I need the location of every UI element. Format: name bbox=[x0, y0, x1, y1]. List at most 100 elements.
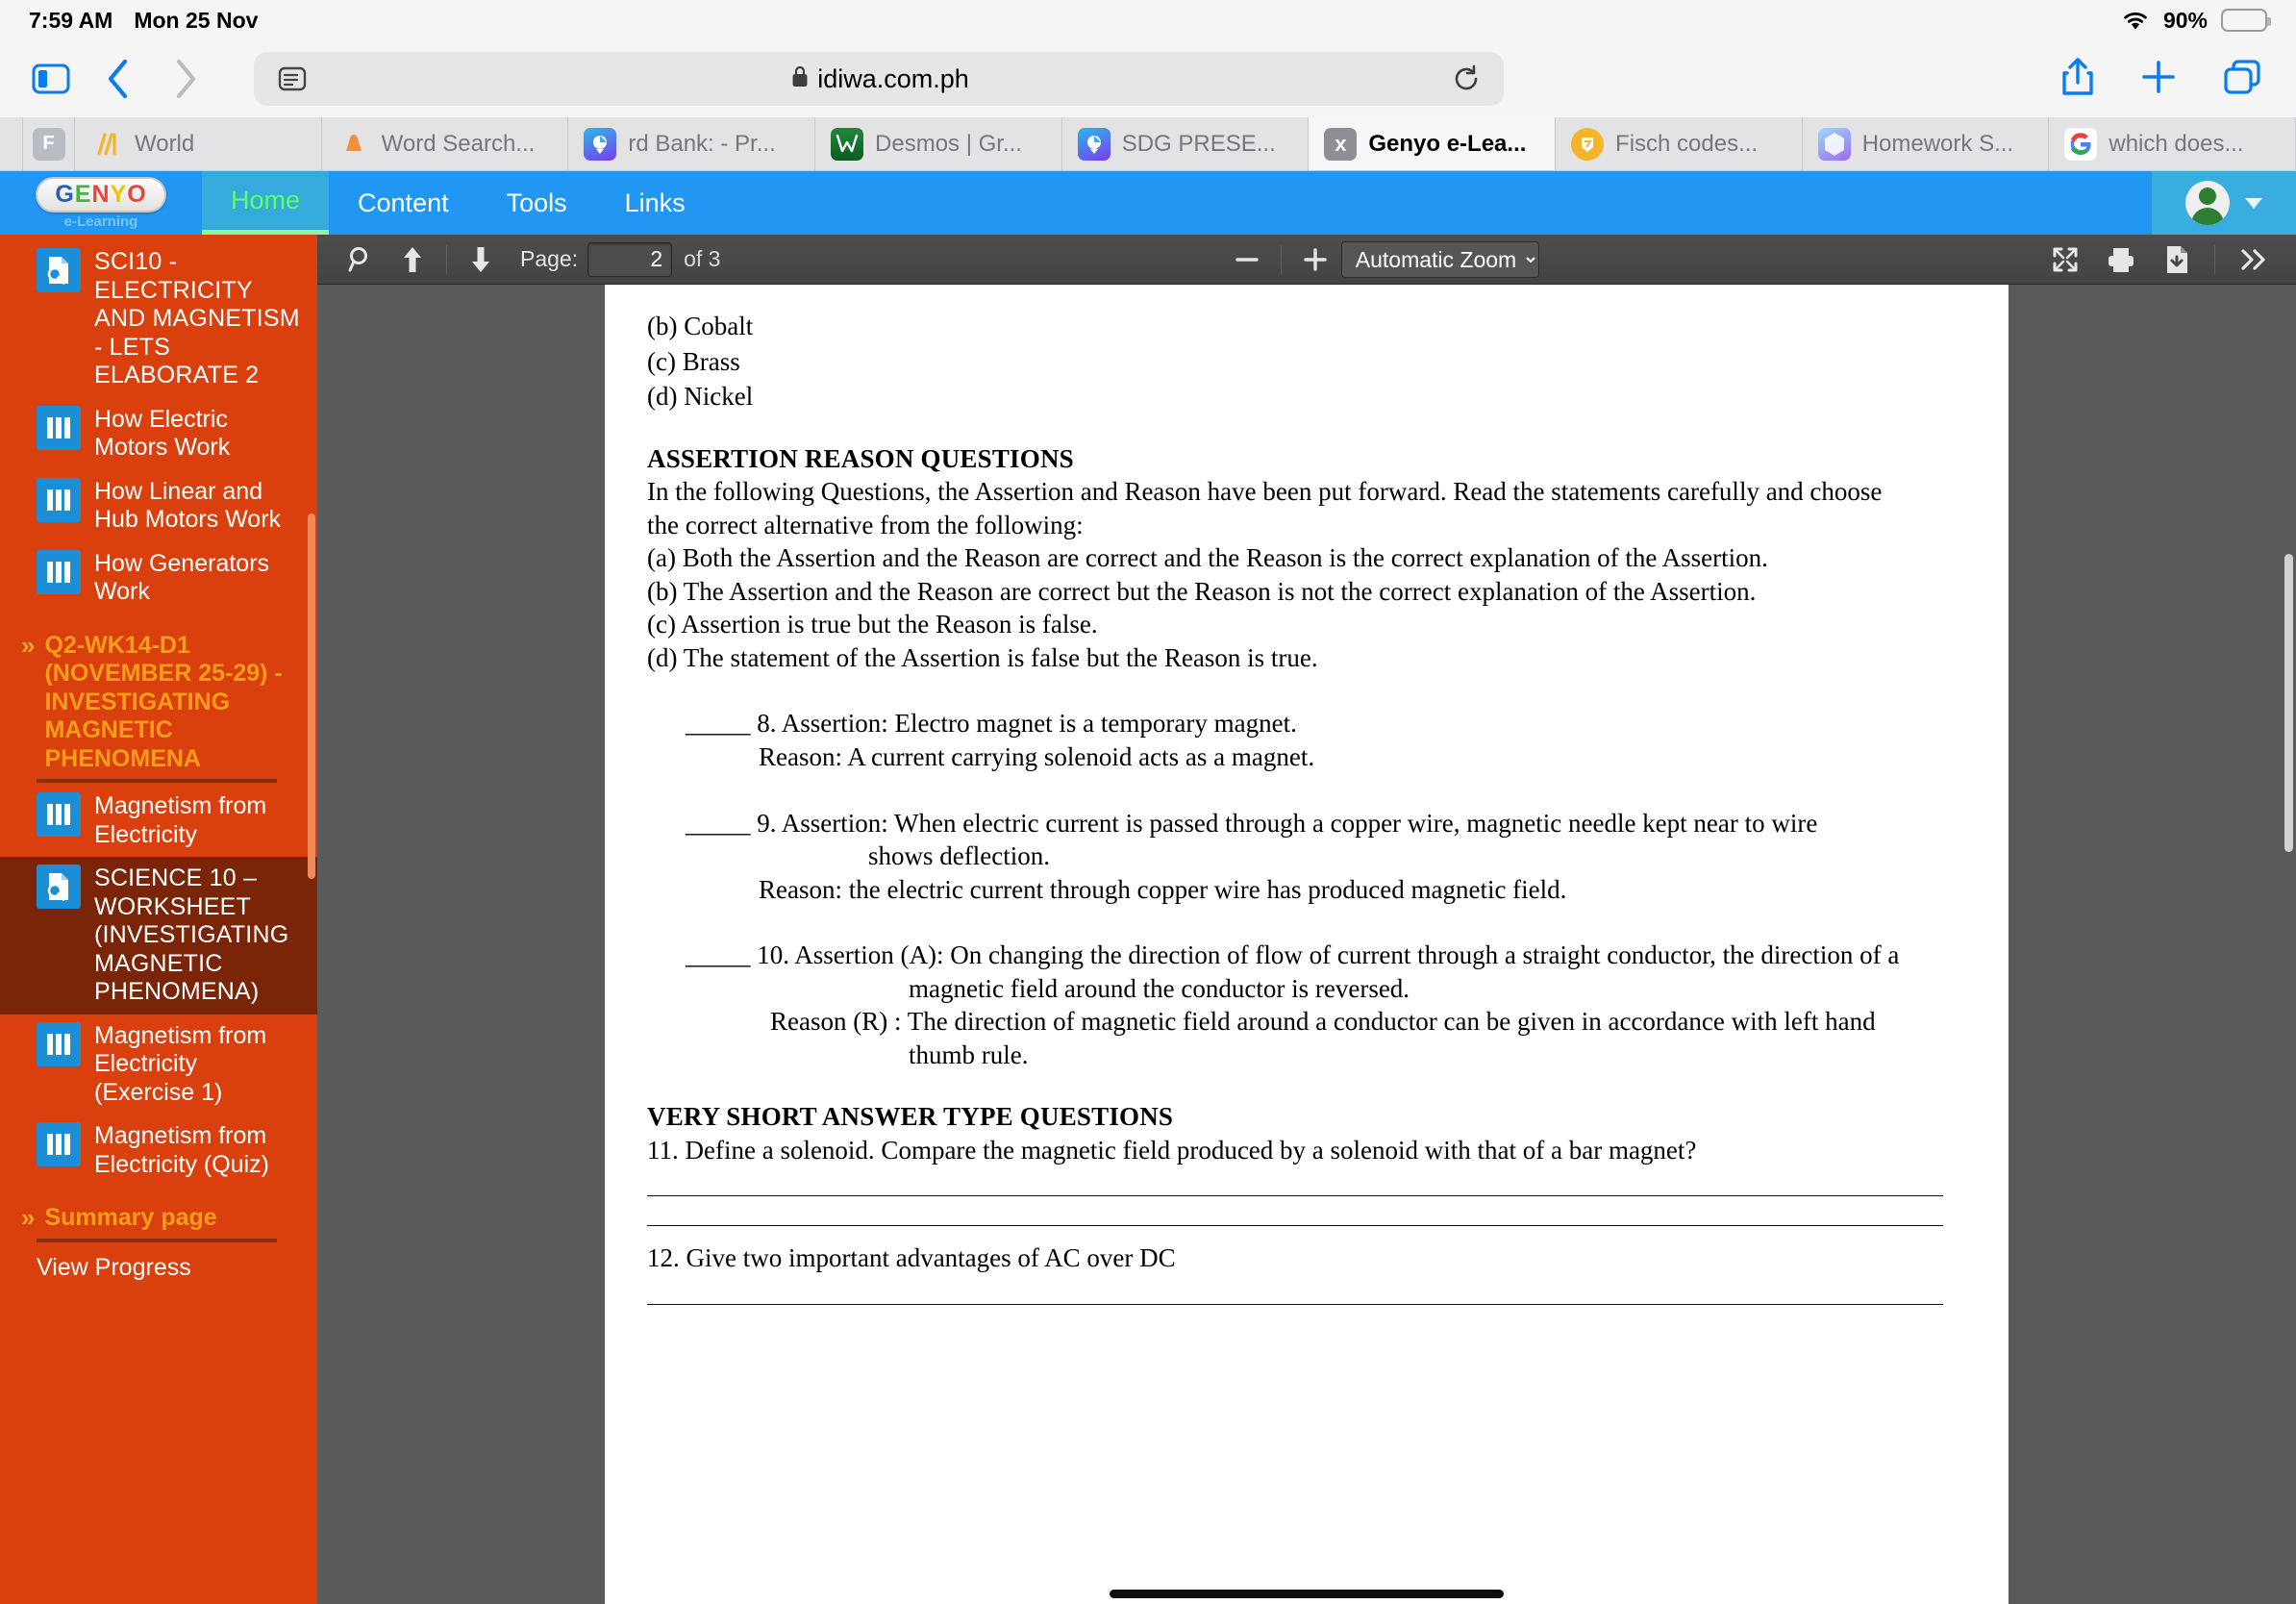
sidebar-section-label: Summary page bbox=[44, 1204, 217, 1231]
zoom-out-button[interactable] bbox=[1221, 238, 1273, 281]
back-button[interactable] bbox=[88, 49, 148, 109]
double-chevron-right-icon: » bbox=[21, 630, 36, 660]
question-10: _____ 10. Assertion (A): On changing the… bbox=[647, 939, 1966, 1071]
favicon-gem-icon bbox=[1817, 127, 1851, 161]
toolbar-separator bbox=[2214, 244, 2216, 274]
sidebar-item-how-generators-work[interactable]: How Generators Work bbox=[0, 542, 317, 614]
very-short-answer-heading: VERY SHORT ANSWER TYPE QUESTIONS bbox=[647, 1102, 1174, 1132]
page-number-input[interactable] bbox=[587, 241, 673, 277]
pdf-vertical-scrollbar[interactable] bbox=[2284, 554, 2293, 852]
reader-view-icon[interactable] bbox=[277, 64, 308, 93]
worksheet-icon bbox=[37, 248, 81, 292]
sidebar-item-how-linear-hub-motors-work[interactable]: How Linear and Hub Motors Work bbox=[0, 470, 317, 542]
sidebar-toggle-icon[interactable] bbox=[21, 49, 81, 109]
forward-button[interactable] bbox=[156, 49, 215, 109]
answer-blank[interactable]: _____ bbox=[686, 809, 751, 838]
sidebar-item-how-electric-motors-work[interactable]: How Electric Motors Work bbox=[0, 398, 317, 470]
share-icon[interactable] bbox=[2061, 57, 2094, 102]
sidebar-item-magnetism-from-electricity[interactable]: Magnetism from Electricity bbox=[0, 785, 317, 857]
assertion-intro-line-1: In the following Questions, the Assertio… bbox=[647, 477, 1883, 507]
answer-blank[interactable]: _____ bbox=[686, 709, 751, 738]
reload-icon[interactable] bbox=[1452, 64, 1481, 93]
download-icon[interactable] bbox=[2151, 238, 2203, 281]
arrow-up-icon[interactable] bbox=[387, 238, 438, 281]
question-10-line-4: thumb rule. bbox=[909, 1040, 1029, 1069]
search-icon[interactable] bbox=[335, 238, 387, 281]
sidebar-item-label: How Generators Work bbox=[94, 549, 270, 606]
url-text: idiwa.com.ph bbox=[817, 63, 969, 93]
browser-tab-word-search[interactable]: Word Search... bbox=[322, 117, 569, 170]
address-bar-content[interactable]: idiwa.com.ph bbox=[308, 64, 1452, 94]
browser-tab-fisch-codes[interactable]: Fisch codes... bbox=[1556, 117, 1803, 170]
address-bar[interactable]: idiwa.com.ph bbox=[254, 52, 1504, 106]
question-12: 12. Give two important advantages of AC … bbox=[647, 1243, 1176, 1273]
sidebar-section-summary-page[interactable]: » Summary page bbox=[0, 1187, 317, 1233]
answer-line[interactable] bbox=[647, 1195, 1943, 1197]
arrow-down-icon[interactable] bbox=[455, 238, 507, 281]
sidebar-scrollbar[interactable] bbox=[308, 514, 315, 879]
genyo-nav: Home Content Tools Links bbox=[202, 171, 714, 235]
answer-line[interactable] bbox=[647, 1304, 1943, 1306]
option-c: (c) Brass bbox=[647, 346, 740, 376]
wifi-icon bbox=[2121, 10, 2150, 31]
sidebar-item-label: SCI10 - ELECTRICITY AND MAGNETISM - LETS… bbox=[94, 248, 300, 388]
sidebar-item-label: How Linear and Hub Motors Work bbox=[94, 477, 282, 534]
sidebar-item-sci10-elaborate2[interactable]: SCI10 - ELECTRICITY AND MAGNETISM - LETS… bbox=[0, 240, 317, 398]
sidebar-item-magnetism-quiz[interactable]: Magnetism from Electricity (Quiz) bbox=[0, 1115, 317, 1187]
fullscreen-icon[interactable] bbox=[2039, 238, 2091, 281]
browser-tab-desmos[interactable]: Desmos | Gr... bbox=[815, 117, 1062, 170]
zoom-in-button[interactable] bbox=[1289, 238, 1341, 281]
avatar bbox=[2185, 181, 2230, 225]
question-10-line-1: _____ 10. Assertion (A): On changing the… bbox=[647, 939, 1966, 972]
video-icon bbox=[37, 477, 81, 522]
sidebar-item-science10-worksheet[interactable]: SCIENCE 10 – WORKSHEET (INVESTIGATING MA… bbox=[0, 857, 317, 1015]
browser-tab-world[interactable]: World bbox=[75, 117, 322, 170]
sidebar-item-magnetism-exercise-1[interactable]: Magnetism from Electricity (Exercise 1) bbox=[0, 1015, 317, 1115]
option-d: (d) Nickel bbox=[647, 382, 754, 412]
home-indicator bbox=[1110, 1590, 1504, 1598]
nav-item-home[interactable]: Home bbox=[202, 171, 330, 235]
chevron-down-icon[interactable] bbox=[2245, 197, 2262, 209]
question-8-line-1: _____ 8. Assertion: Electro magnet is a … bbox=[647, 707, 1966, 740]
nav-item-links[interactable]: Links bbox=[596, 171, 714, 235]
plus-icon[interactable] bbox=[2140, 59, 2177, 100]
battery-percentage: 90% bbox=[2162, 7, 2208, 33]
video-icon bbox=[37, 1021, 81, 1066]
tabstrip-leading-gap bbox=[0, 117, 23, 170]
browser-tab-label: Fisch codes... bbox=[1615, 130, 1759, 157]
browser-tab-0[interactable]: F bbox=[23, 117, 75, 170]
browser-tab-sdg-prese[interactable]: SDG PRESE... bbox=[1062, 117, 1310, 170]
assertion-choice-a: (a) Both the Assertion and the Reason ar… bbox=[647, 543, 1768, 573]
user-menu[interactable] bbox=[2152, 171, 2296, 235]
browser-actions bbox=[2061, 57, 2275, 102]
browser-tab-homework-s[interactable]: Homework S... bbox=[1803, 117, 2050, 170]
favicon-desmos-icon bbox=[831, 127, 864, 161]
print-icon[interactable] bbox=[2095, 238, 2147, 281]
video-icon bbox=[37, 792, 81, 837]
answer-blank[interactable]: _____ bbox=[686, 940, 751, 969]
tabs-icon[interactable] bbox=[2223, 59, 2261, 100]
browser-tab-word-bank[interactable]: rd Bank: - Pr... bbox=[568, 117, 816, 170]
course-sidebar[interactable]: SCI10 - ELECTRICITY AND MAGNETISM - LETS… bbox=[0, 235, 317, 1604]
genyo-wordmark: GENYO bbox=[36, 176, 166, 213]
sidebar-item-label: Magnetism from Electricity bbox=[94, 792, 267, 848]
assertion-choice-b: (b) The Assertion and the Reason are cor… bbox=[647, 576, 1757, 606]
sidebar-item-label: How Electric Motors Work bbox=[94, 405, 231, 462]
question-10-line-2: magnetic field around the conductor is r… bbox=[909, 973, 1410, 1003]
browser-tab-genyo-active[interactable]: x Genyo e-Lea... bbox=[1309, 117, 1557, 170]
zoom-level-select[interactable]: Automatic Zoom bbox=[1340, 240, 1539, 278]
sidebar-item-view-progress[interactable]: View Progress bbox=[0, 1244, 317, 1291]
double-chevron-right-icon[interactable] bbox=[2227, 238, 2279, 281]
question-9: _____ 9. Assertion: When electric curren… bbox=[647, 807, 1966, 907]
sidebar-item-label: Magnetism from Electricity (Quiz) bbox=[94, 1122, 269, 1178]
browser-tab-google-search[interactable]: which does... bbox=[2049, 117, 2296, 170]
pdf-scroll-area[interactable]: (b) Cobalt (c) Brass (d) Nickel ASSERTIO… bbox=[317, 285, 2296, 1604]
nav-item-tools[interactable]: Tools bbox=[478, 171, 596, 235]
sidebar-section-q2-wk14-d1[interactable]: » Q2-WK14-D1 (NOVEMBER 25-29) - INVESTIG… bbox=[0, 614, 317, 774]
main-body: SCI10 - ELECTRICITY AND MAGNETISM - LETS… bbox=[0, 235, 2296, 1604]
assertion-reason-heading: ASSERTION REASON QUESTIONS bbox=[647, 443, 1074, 473]
nav-item-content[interactable]: Content bbox=[329, 171, 478, 235]
question-10-reason: Reason (R) : The direction of magnetic f… bbox=[770, 1007, 1876, 1037]
battery-icon bbox=[2221, 9, 2271, 32]
genyo-logo[interactable]: GENYO e-Learning bbox=[0, 171, 202, 235]
